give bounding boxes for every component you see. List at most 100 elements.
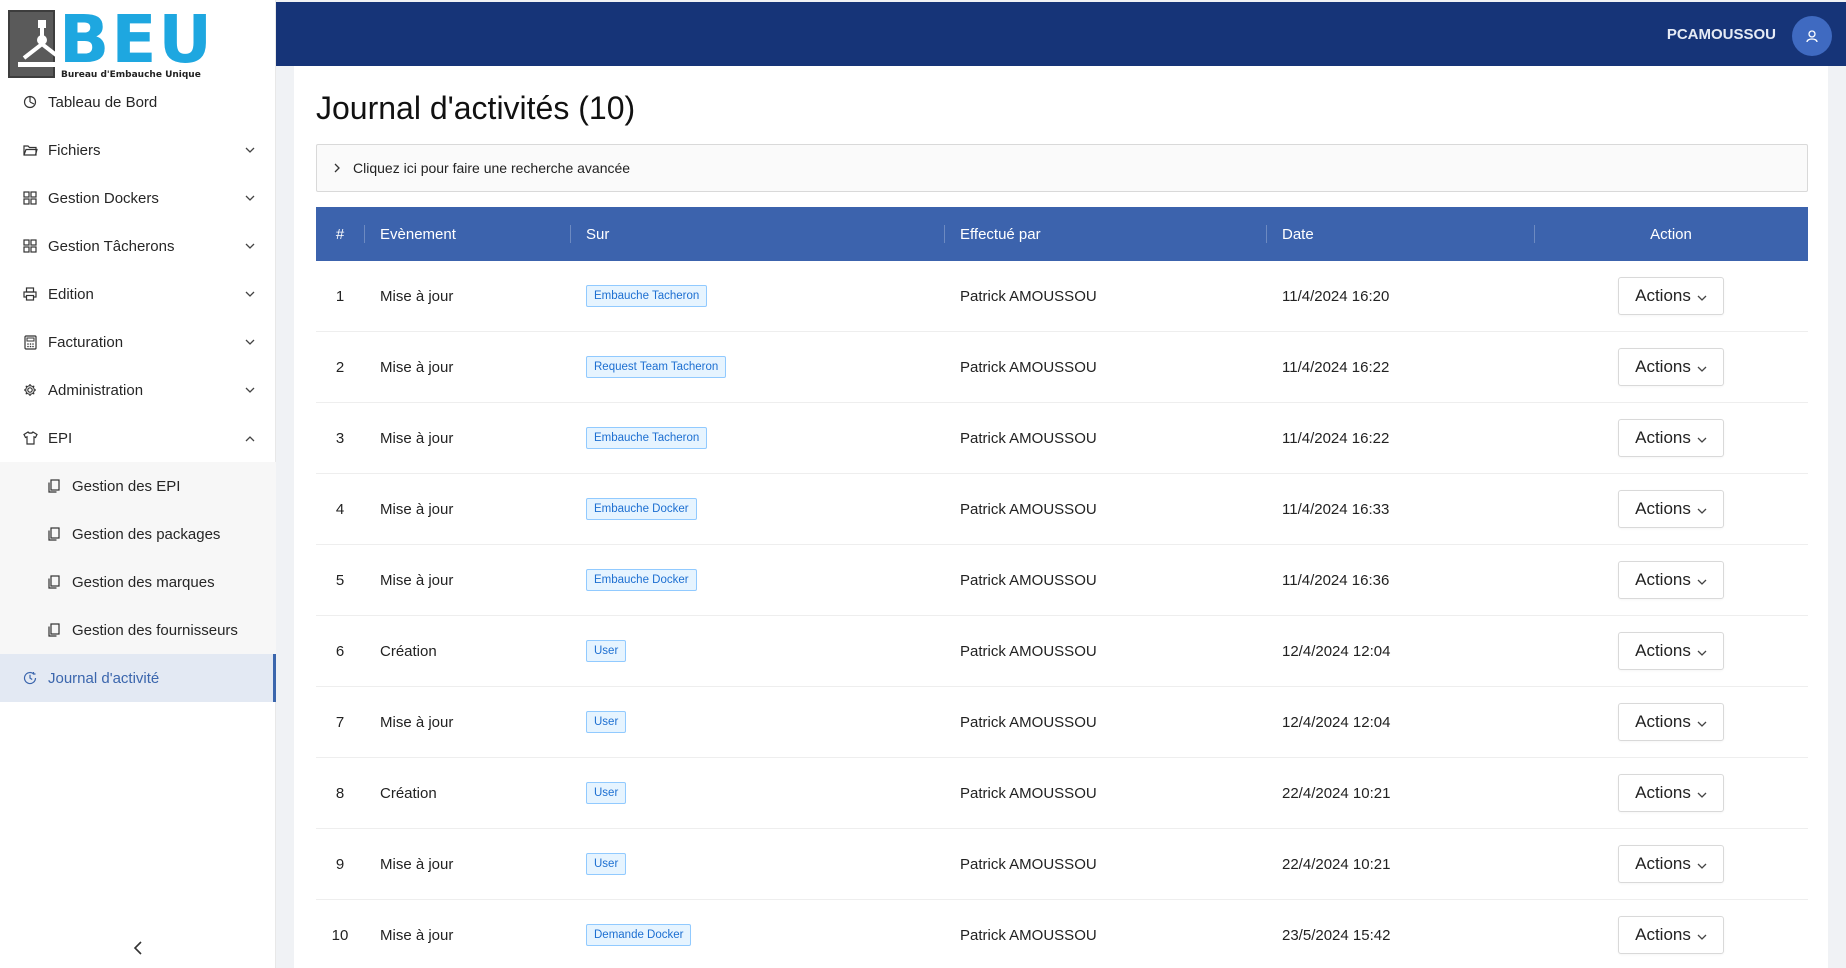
logo-text: BEU bbox=[59, 1, 214, 78]
actions-dropdown-button[interactable]: Actions bbox=[1618, 916, 1724, 954]
sidebar-item-label: Gestion Tâcherons bbox=[48, 237, 175, 255]
user-name[interactable]: PCAMOUSSOU bbox=[1667, 26, 1776, 43]
table-row: 10 Mise à jour Demande Docker Patrick AMOUS… bbox=[316, 900, 1808, 968]
cell-by: Patrick AMOUSSOU bbox=[960, 713, 1097, 731]
sidebar-item-gestion-dockers[interactable]: Gestion Dockers bbox=[0, 174, 276, 222]
copy-icon bbox=[46, 574, 62, 590]
actions-dropdown-button[interactable]: Actions bbox=[1618, 774, 1724, 812]
cell-by: Patrick AMOUSSOU bbox=[960, 642, 1097, 660]
table-body: 1 Mise à jour Embauche Tacheron Patrick AMO… bbox=[316, 261, 1808, 968]
actions-dropdown-button[interactable]: Actions bbox=[1618, 632, 1724, 670]
cell-by: Patrick AMOUSSOU bbox=[960, 429, 1097, 447]
sidebar-item-label: Journal d'activité bbox=[48, 669, 160, 687]
cell-date: 22/4/2024 10:21 bbox=[1282, 855, 1391, 873]
advanced-search-label: Cliquez ici pour faire une recherche ava… bbox=[353, 160, 631, 176]
sidebar-item-tableau-de-bord[interactable]: Tableau de Bord bbox=[0, 78, 276, 126]
sidebar-subitem-gestion-des-fournisseurs[interactable]: Gestion des fournisseurs bbox=[0, 606, 276, 654]
cell-num: 8 bbox=[335, 784, 345, 802]
cell-date: 12/4/2024 12:04 bbox=[1282, 642, 1391, 660]
cell-action: Actions bbox=[1534, 561, 1808, 599]
advanced-search-toggle[interactable]: Cliquez ici pour faire une recherche ava… bbox=[316, 144, 1808, 192]
cell-on: User bbox=[570, 853, 944, 875]
copy-icon bbox=[46, 526, 62, 542]
sidebar-item-journal-activite[interactable]: Journal d'activité bbox=[0, 654, 276, 702]
actions-button-label: Actions bbox=[1635, 428, 1691, 447]
cell-event: Mise à jour bbox=[380, 926, 454, 944]
cell-event: Mise à jour bbox=[380, 429, 454, 447]
table-row: 9 Mise à jour User Patrick AMOUSSOU 22/4/202… bbox=[316, 829, 1808, 900]
actions-dropdown-button[interactable]: Actions bbox=[1618, 845, 1724, 883]
cell-by: Patrick AMOUSSOU bbox=[960, 358, 1097, 376]
actions-dropdown-button[interactable]: Actions bbox=[1618, 703, 1724, 741]
grid-icon bbox=[22, 238, 38, 254]
sidebar-collapse-button[interactable] bbox=[128, 938, 148, 958]
entity-tag: User bbox=[586, 640, 627, 662]
folder-icon bbox=[22, 142, 38, 158]
sidebar-menu: Tableau de Bord Fichiers Gestion Dockers Ge… bbox=[0, 78, 276, 702]
chevron-down-icon bbox=[1697, 792, 1707, 799]
cell-num: 5 bbox=[335, 571, 345, 589]
chevron-down-icon bbox=[1697, 863, 1707, 870]
chevron-down-icon bbox=[244, 144, 256, 156]
sidebar-item-epi[interactable]: EPI bbox=[0, 414, 276, 462]
cell-on: Embauche Docker bbox=[570, 569, 944, 591]
sidebar-subitem-gestion-des-packages[interactable]: Gestion des packages bbox=[0, 510, 276, 558]
actions-dropdown-button[interactable]: Actions bbox=[1618, 348, 1724, 386]
cell-on: User bbox=[570, 640, 944, 662]
chevron-down-icon bbox=[244, 384, 256, 396]
table-row: 8 Création User Patrick AMOUSSOU 22/4/2024 1… bbox=[316, 758, 1808, 829]
brand-logo[interactable]: BEU Bureau d'Embauche Unique bbox=[8, 1, 214, 82]
sidebar-item-fichiers[interactable]: Fichiers bbox=[0, 126, 276, 174]
chevron-down-icon bbox=[244, 336, 256, 348]
actions-button-label: Actions bbox=[1635, 357, 1691, 376]
column-header-on: Sur bbox=[570, 207, 944, 261]
entity-tag: Embauche Tacheron bbox=[586, 427, 708, 449]
chevron-up-icon bbox=[244, 432, 256, 444]
sidebar-item-gestion-tacherons[interactable]: Gestion Tâcherons bbox=[0, 222, 276, 270]
chevron-down-icon bbox=[1697, 437, 1707, 444]
activity-table: # Evènement Sur Effectué par Date Action… bbox=[316, 207, 1808, 968]
sidebar-submenu-epi: Gestion des EPI Gestion des packages Gesti… bbox=[0, 462, 276, 654]
column-header-num: # bbox=[335, 225, 345, 243]
sidebar-item-label: Facturation bbox=[48, 333, 124, 351]
cell-on: User bbox=[570, 711, 944, 733]
cell-num: 7 bbox=[335, 713, 345, 731]
table-row: 4 Mise à jour Embauche Docker Patrick AMOUS… bbox=[316, 474, 1808, 545]
cell-action: Actions bbox=[1534, 632, 1808, 670]
cell-num: 4 bbox=[335, 500, 345, 518]
printer-icon bbox=[22, 286, 38, 302]
cell-on: Embauche Docker bbox=[570, 498, 944, 520]
entity-tag: User bbox=[586, 853, 627, 875]
cell-date: 22/4/2024 10:21 bbox=[1282, 784, 1391, 802]
cell-action: Actions bbox=[1534, 916, 1808, 954]
cell-event: Mise à jour bbox=[380, 358, 454, 376]
sidebar-item-administration[interactable]: Administration bbox=[0, 366, 276, 414]
table-row: 2 Mise à jour Request Team Tacheron Patrick… bbox=[316, 332, 1808, 403]
sidebar-subitem-gestion-des-epi[interactable]: Gestion des EPI bbox=[0, 462, 276, 510]
actions-dropdown-button[interactable]: Actions bbox=[1618, 490, 1724, 528]
chevron-down-icon bbox=[1697, 366, 1707, 373]
cell-by: Patrick AMOUSSOU bbox=[960, 855, 1097, 873]
copy-icon bbox=[46, 622, 62, 638]
entity-tag: Embauche Docker bbox=[586, 569, 697, 591]
chevron-down-icon bbox=[244, 192, 256, 204]
user-avatar[interactable] bbox=[1792, 16, 1832, 56]
sidebar-item-label: Edition bbox=[48, 285, 94, 303]
cell-on: Demande Docker bbox=[570, 924, 944, 946]
cell-event: Mise à jour bbox=[380, 713, 454, 731]
cell-num: 1 bbox=[335, 287, 345, 305]
cell-date: 11/4/2024 16:22 bbox=[1282, 429, 1390, 447]
column-header-date: Date bbox=[1266, 207, 1534, 261]
actions-dropdown-button[interactable]: Actions bbox=[1618, 419, 1724, 457]
cell-num: 3 bbox=[335, 429, 345, 447]
cell-event: Mise à jour bbox=[380, 500, 454, 518]
entity-tag: Request Team Tacheron bbox=[586, 356, 727, 378]
cell-date: 11/4/2024 16:33 bbox=[1282, 500, 1390, 518]
table-row: 3 Mise à jour Embauche Tacheron Patrick AMO… bbox=[316, 403, 1808, 474]
actions-dropdown-button[interactable]: Actions bbox=[1618, 561, 1724, 599]
sidebar-item-edition[interactable]: Edition bbox=[0, 270, 276, 318]
actions-dropdown-button[interactable]: Actions bbox=[1618, 277, 1724, 315]
sidebar-item-facturation[interactable]: Facturation bbox=[0, 318, 276, 366]
cell-by: Patrick AMOUSSOU bbox=[960, 926, 1097, 944]
sidebar-subitem-gestion-des-marques[interactable]: Gestion des marques bbox=[0, 558, 276, 606]
